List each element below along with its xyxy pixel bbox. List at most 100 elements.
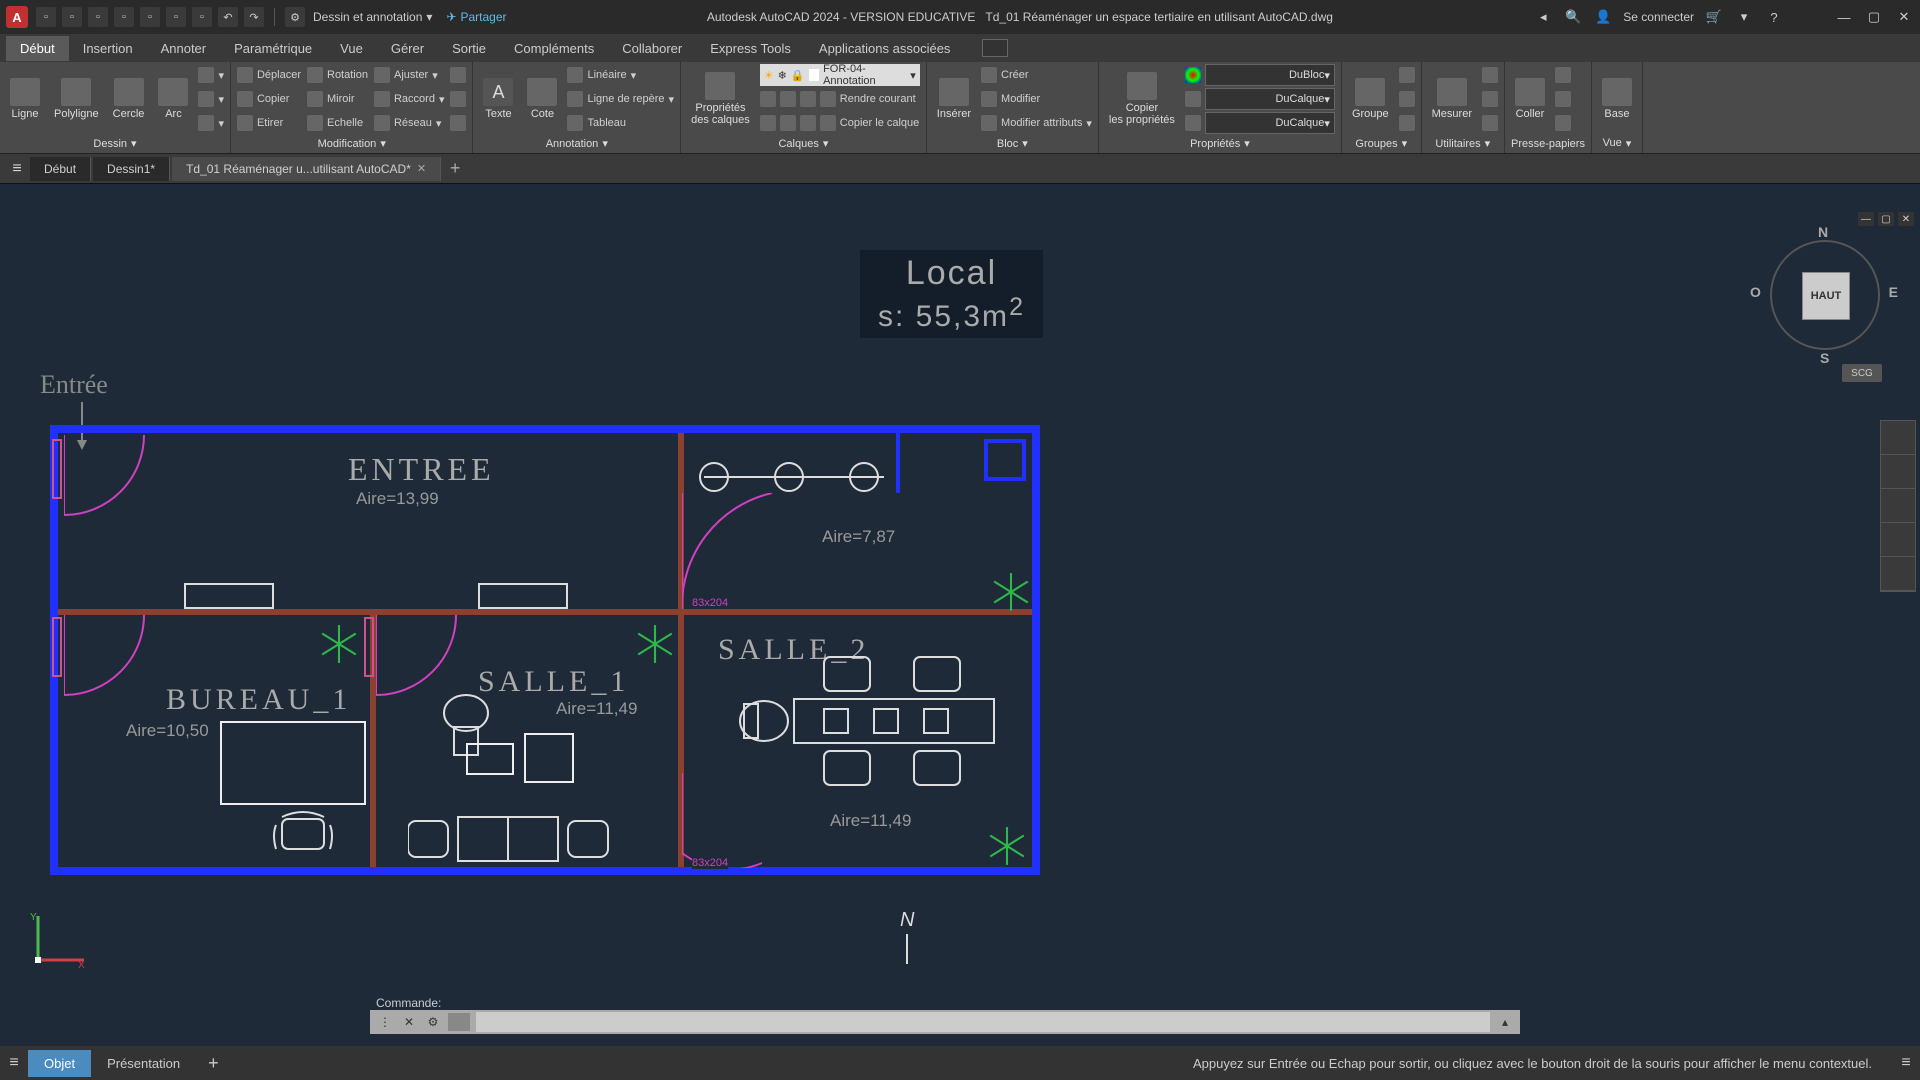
back-icon[interactable]: ◂ [1533,7,1553,27]
mod-extra1[interactable] [450,64,466,86]
tab-vue[interactable]: Vue [326,36,377,61]
lineweight-dropdown[interactable]: DuCalque ▾ [1205,88,1335,110]
repere-button[interactable]: Ligne de repère ▾ [567,88,674,110]
save-icon[interactable]: ▫ [88,7,108,27]
cart-icon[interactable]: 🛒 [1704,7,1724,27]
layer-btn1[interactable] [760,91,776,107]
util-btn2[interactable] [1482,91,1498,107]
add-layout-button[interactable]: + [196,1053,231,1074]
tab-gerer[interactable]: Gérer [377,36,438,61]
viewcube-n[interactable]: N [1818,224,1828,240]
tab-presentation[interactable]: Présentation [91,1050,196,1077]
cote-button[interactable]: Cote [523,76,561,122]
tab-annoter[interactable]: Annoter [147,36,221,61]
color-button[interactable] [1185,67,1201,83]
search-icon[interactable]: 🔍 [1563,7,1583,27]
lineweight-button[interactable] [1185,91,1201,107]
doc-tab-file[interactable]: Td_01 Réaménager u...utilisant AutoCAD*✕ [172,157,441,181]
viewcube-o[interactable]: O [1750,284,1761,300]
texte-button[interactable]: ATexte [479,76,517,122]
cercle-button[interactable]: Cercle [109,76,149,122]
nav-orbit-icon[interactable] [1881,523,1915,557]
tab-parametrique[interactable]: Paramétrique [220,36,326,61]
command-input[interactable] [476,1012,1490,1032]
nav-zoom-icon[interactable] [1881,489,1915,523]
doc-tab-debut[interactable]: Début [30,157,91,181]
ligne-button[interactable]: Ligne [6,76,44,122]
copier-button[interactable]: Copier [237,88,301,110]
nav-wheel-icon[interactable] [1881,421,1915,455]
copier-props-button[interactable]: Copier les propriétés [1105,70,1179,128]
plot-icon[interactable]: ▫ [166,7,186,27]
clip-btn1[interactable] [1555,67,1571,83]
viewcube-e[interactable]: E [1889,284,1898,300]
app-switch-icon[interactable]: ▾ [1734,7,1754,27]
layer-btn8[interactable] [820,115,836,131]
inserer-button[interactable]: Insérer [933,76,975,122]
deplacer-button[interactable]: Déplacer [237,64,301,86]
workspace-selector[interactable]: Dessin et annotation ▾ [313,10,432,24]
color-dropdown[interactable]: DuBloc ▾ [1205,64,1335,86]
lineaire-button[interactable]: Linéaire ▾ [567,64,674,86]
tab-complements[interactable]: Compléments [500,36,608,61]
ellipse-button[interactable]: ▾ [198,112,224,134]
print-icon[interactable]: ▫ [192,7,212,27]
mod-extra2[interactable] [450,88,466,110]
modifier-attribs-button[interactable]: Modifier attributs ▾ [981,112,1092,134]
gear-icon[interactable]: ⚙ [285,7,305,27]
raccord-button[interactable]: Raccord ▾ [374,88,445,110]
open-icon[interactable]: ▫ [62,7,82,27]
new-icon[interactable]: ▫ [36,7,56,27]
clip-btn2[interactable] [1555,91,1571,107]
cmd-options-icon[interactable]: ⚙ [424,1013,442,1031]
copier-calque-button[interactable]: Copier le calque [840,117,920,129]
base-button[interactable]: Base [1598,76,1636,122]
minimize-icon[interactable]: — [1834,7,1854,27]
cmd-close-icon[interactable]: ✕ [400,1013,418,1031]
cmd-handle-icon[interactable]: ⋮ [376,1013,394,1031]
web-icon[interactable]: ▫ [140,7,160,27]
drawing-canvas[interactable]: — ▢ ✕ Local s: 55,3m2 Entrée [0,210,1920,1040]
util-btn1[interactable] [1482,67,1498,83]
mesurer-button[interactable]: Mesurer [1428,76,1476,122]
rendre-courant-button[interactable]: Rendre courant [840,93,916,105]
grp-btn1[interactable] [1399,67,1415,83]
grp-btn2[interactable] [1399,91,1415,107]
layer-btn3[interactable] [800,91,816,107]
mod-extra3[interactable] [450,112,466,134]
vp-max-icon[interactable]: ▢ [1878,212,1894,226]
layer-btn7[interactable] [800,115,816,131]
doc-menu-icon[interactable]: ≡ [6,158,28,180]
featured-apps-icon[interactable] [982,39,1008,57]
nav-pan-icon[interactable] [1881,455,1915,489]
reseau-button[interactable]: Réseau ▾ [374,112,445,134]
layer-btn6[interactable] [780,115,796,131]
cmd-up-icon[interactable]: ▴ [1496,1013,1514,1031]
app-logo[interactable]: A [6,6,28,28]
status-customize-icon[interactable]: ≡ [1892,1054,1920,1072]
echelle-button[interactable]: Echelle [307,112,368,134]
doc-tab-dessin1[interactable]: Dessin1* [93,157,170,181]
layer-dropdown[interactable]: ☀❄🔒FOR-04-Annotation▾ [760,64,920,86]
grp-btn3[interactable] [1399,115,1415,131]
tab-insertion[interactable]: Insertion [69,36,147,61]
layer-btn4[interactable] [820,91,836,107]
help-icon[interactable]: ? [1764,7,1784,27]
tab-collaborer[interactable]: Collaborer [608,36,696,61]
linetype-button[interactable] [1185,115,1201,131]
vp-min-icon[interactable]: — [1858,212,1874,226]
tab-apps[interactable]: Applications associées [805,36,965,61]
arc-button[interactable]: Arc [154,76,192,122]
viewcube-scg[interactable]: SCG [1842,364,1882,382]
close-tab-icon[interactable]: ✕ [417,162,426,175]
etirer-button[interactable]: Etirer [237,112,301,134]
tableau-button[interactable]: Tableau [567,112,674,134]
close-window-icon[interactable]: ✕ [1894,7,1914,27]
modifier-bloc-button[interactable]: Modifier [981,88,1092,110]
viewcube-face[interactable]: HAUT [1802,272,1850,320]
viewcube-s[interactable]: S [1820,350,1829,366]
layer-btn5[interactable] [760,115,776,131]
miroir-button[interactable]: Miroir [307,88,368,110]
share-button[interactable]: ✈ Partager [446,10,506,24]
nav-showmotion-icon[interactable] [1881,557,1915,591]
